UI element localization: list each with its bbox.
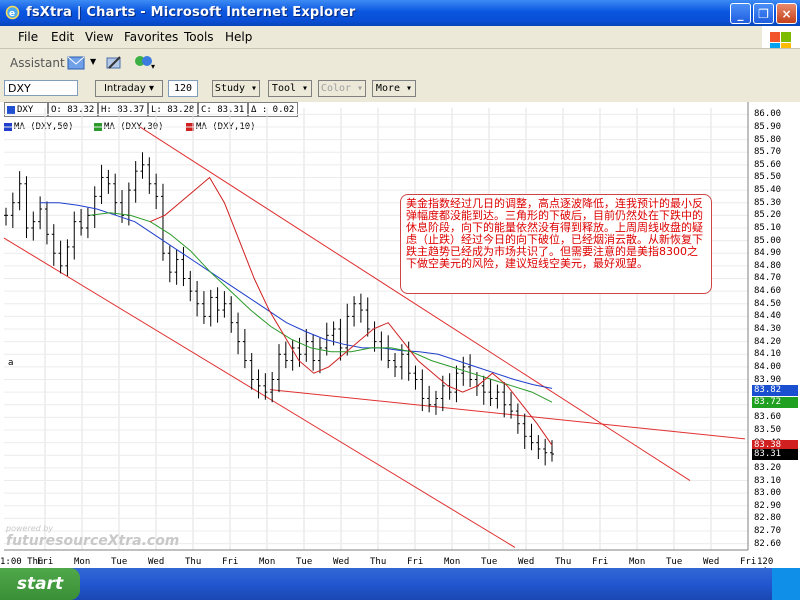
mail-dropdown-arrow-icon[interactable]: ▼ xyxy=(90,57,96,66)
edit-icon[interactable] xyxy=(104,53,124,73)
y-tick-label: 85.70 xyxy=(754,147,782,158)
y-tick-label: 84.60 xyxy=(754,286,782,297)
x-tick-label: Fri xyxy=(740,557,757,567)
left-marker: a xyxy=(8,358,14,368)
tool-dropdown[interactable]: Tool ▾ xyxy=(268,80,312,97)
mail-icon[interactable] xyxy=(66,53,86,73)
assistant-label[interactable]: Assistant xyxy=(10,56,65,70)
menu-edit[interactable]: Edit xyxy=(51,30,74,44)
chart-grid xyxy=(4,102,749,551)
y-tick-label: 83.50 xyxy=(754,425,782,436)
more-label: More xyxy=(375,83,401,94)
interval-dropdown[interactable]: Intraday ▾ xyxy=(95,80,163,97)
y-tick-label: 84.20 xyxy=(754,336,782,347)
window-titlebar: e fsXtra | Charts - Microsoft Internet E… xyxy=(0,0,800,26)
x-tick-label: Tue xyxy=(666,557,683,567)
chart-area[interactable]: DXY O: 83.32 H: 83.37 L: 83.28 C: 83.31 … xyxy=(0,102,800,577)
y-tick-label: 85.10 xyxy=(754,222,782,233)
window-title: fsXtra | Charts - Microsoft Internet Exp… xyxy=(26,5,356,20)
tool-label: Tool xyxy=(271,83,297,94)
annotation-box: 美金指数经过几日的调整，高点逐波降低，连我预计的最小反弹幅度都没能到达。三角形的… xyxy=(400,194,712,294)
x-tick-label: Fri xyxy=(592,557,609,567)
y-tick-label: 83.10 xyxy=(754,475,782,486)
y-tick-label: 84.90 xyxy=(754,248,782,259)
y-tick-label: 84.70 xyxy=(754,273,782,284)
price-box: 83.72 xyxy=(752,397,798,409)
x-tick-label: Thu xyxy=(185,557,202,567)
x-tick-label: Tue xyxy=(296,557,313,567)
system-tray xyxy=(772,568,800,600)
y-tick-label: 86.00 xyxy=(754,109,782,120)
x-tick-label: Wed xyxy=(148,557,165,567)
x-tick-label: Thu xyxy=(370,557,387,567)
svg-text:▾: ▾ xyxy=(151,62,155,71)
study-dropdown[interactable]: Study ▾ xyxy=(212,80,260,97)
x-tick-label: Wed xyxy=(333,557,350,567)
y-tick-label: 84.50 xyxy=(754,298,782,309)
y-tick-label: 85.50 xyxy=(754,172,782,183)
y-tick-label: 85.30 xyxy=(754,197,782,208)
messenger-icon[interactable]: ▾ xyxy=(132,53,158,73)
menu-favorites[interactable]: Favorites xyxy=(124,30,178,44)
y-tick-label: 83.00 xyxy=(754,488,782,499)
y-tick-label: 85.90 xyxy=(754,121,782,132)
y-tick-label: 84.30 xyxy=(754,324,782,334)
ie-icon: e xyxy=(5,5,20,20)
x-tick-label: Mon xyxy=(444,557,461,567)
restore-button[interactable]: ❐ xyxy=(753,3,774,24)
y-tick-label: 85.80 xyxy=(754,134,782,145)
x-tick-label: Fri xyxy=(407,557,424,567)
x-tick-label: Mon xyxy=(259,557,276,567)
x-tick-label: Tue xyxy=(111,557,128,567)
x-tick-label: Wed xyxy=(703,557,720,567)
y-tick-label: 84.80 xyxy=(754,260,782,271)
price-box: 83.31 xyxy=(752,449,798,461)
x-tick-label: Fri xyxy=(222,557,239,567)
minimize-button[interactable]: _ xyxy=(730,3,751,24)
y-tick-label: 83.60 xyxy=(754,412,782,423)
y-tick-label: 84.00 xyxy=(754,361,782,372)
start-button[interactable]: start xyxy=(0,568,80,600)
chart-toolbar: DXY Intraday ▾ 120 Study ▾ Tool ▾ Color … xyxy=(0,78,800,100)
y-tick-label: 85.40 xyxy=(754,185,782,196)
x-tick-label: Mon xyxy=(74,557,91,567)
close-button[interactable]: × xyxy=(776,3,797,24)
color-dropdown: Color ▾ xyxy=(318,80,366,97)
y-tick-label: 85.60 xyxy=(754,159,782,170)
y-tick-label: 84.10 xyxy=(754,349,782,360)
menu-tools[interactable]: Tools xyxy=(184,30,214,44)
taskbar: start xyxy=(0,568,800,600)
x-tick-label: Mon xyxy=(629,557,646,567)
study-label: Study xyxy=(214,83,246,94)
y-tick-label: 85.00 xyxy=(754,235,782,246)
menu-file[interactable]: File xyxy=(18,30,38,44)
symbol-input[interactable]: DXY xyxy=(4,80,78,96)
y-tick-label: 84.40 xyxy=(754,311,782,322)
svg-text:e: e xyxy=(9,9,15,19)
price-box: 83.82 xyxy=(752,384,798,396)
x-tick-label: Wed xyxy=(518,557,535,567)
menu-view[interactable]: View xyxy=(85,30,113,44)
price-chart[interactable] xyxy=(0,102,800,568)
period-input[interactable]: 120 xyxy=(168,80,198,97)
x-tick-label: Tue xyxy=(481,557,498,567)
y-tick-label: 82.70 xyxy=(754,526,782,537)
assistant-toolbar: Assistant ▼ ▾ xyxy=(0,48,800,77)
menu-help[interactable]: Help xyxy=(225,30,252,44)
y-tick-label: 85.20 xyxy=(754,210,782,221)
y-tick-label: 83.90 xyxy=(754,374,782,385)
y-tick-label: 83.20 xyxy=(754,462,782,473)
interval-label: Intraday xyxy=(103,83,146,94)
y-tick-label: 82.60 xyxy=(754,538,782,549)
menu-bar: File Edit View Favorites Tools Help xyxy=(0,26,800,49)
y-tick-label: 82.80 xyxy=(754,513,782,524)
color-label: Color xyxy=(320,83,352,94)
more-dropdown[interactable]: More ▾ xyxy=(372,80,416,97)
watermark-logo: powered by futuresourceXtra.com xyxy=(6,524,180,549)
y-tick-label: 82.90 xyxy=(754,500,782,511)
x-tick-label: Fri xyxy=(37,557,54,567)
x-tick-label: Thu xyxy=(555,557,572,567)
